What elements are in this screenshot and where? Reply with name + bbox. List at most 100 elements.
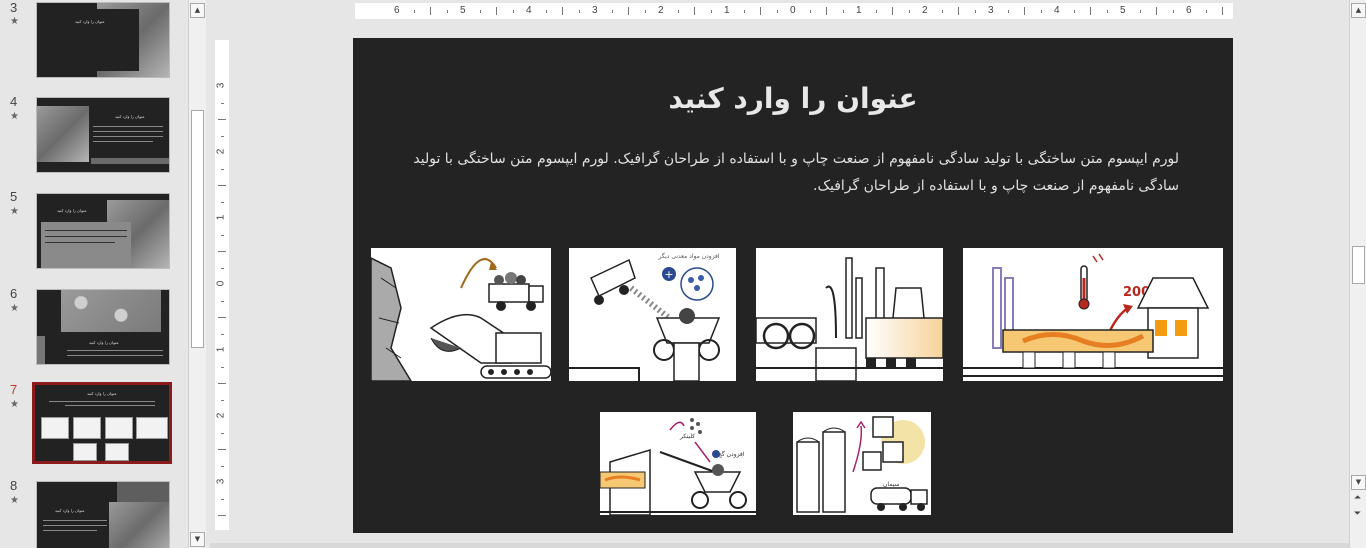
slide-thumbnail-8[interactable]: عنوان را وارد کنید xyxy=(36,481,170,548)
thumb-title: عنوان را وارد کنید xyxy=(75,19,105,24)
ruler-tick xyxy=(776,10,778,13)
ruler-label: 4 xyxy=(526,5,532,16)
ruler-tick xyxy=(1024,7,1025,15)
thumb-number: 5 xyxy=(10,189,18,204)
ruler-tick xyxy=(1106,10,1108,13)
gypsum-label: افزودن گچ xyxy=(718,450,745,458)
ruler-label: 3 xyxy=(988,5,994,16)
ruler-label: 3 xyxy=(215,82,227,89)
animation-star-icon: ★ xyxy=(10,16,19,27)
slide-canvas[interactable]: عنوان را وارد کنید لورم ایپسوم متن ساختگ… xyxy=(353,38,1233,533)
ruler-tick xyxy=(710,10,712,13)
ruler-label: 2 xyxy=(215,148,227,155)
ruler-tick xyxy=(892,7,893,15)
ruler-tick xyxy=(221,432,224,434)
ruler-tick xyxy=(644,10,646,13)
ruler-label: 0 xyxy=(790,5,796,16)
scroll-up-icon[interactable]: ▲ xyxy=(1351,3,1366,18)
ruler-label: 1 xyxy=(724,5,730,16)
slide-thumbnail-4[interactable]: عنوان را وارد کنید xyxy=(36,97,170,173)
slide-thumbnail-7[interactable]: عنوان را وارد کنید xyxy=(32,382,172,464)
ruler-tick xyxy=(694,7,695,15)
ruler-tick xyxy=(1222,7,1223,15)
cement-silo-illustration[interactable]: سیمان xyxy=(793,412,931,515)
thumb-title: عنوان را وارد کنید xyxy=(89,340,119,345)
ruler-tick xyxy=(1090,7,1091,15)
thumb-number: 6 xyxy=(10,286,18,301)
ruler-tick xyxy=(1007,10,1009,13)
slide-thumbnails-pane: 3 ★ عنوان را وارد کنید 4 ★ عنوان را وارد… xyxy=(0,0,188,548)
ruler-tick xyxy=(826,7,827,15)
ruler-tick xyxy=(479,10,481,13)
ruler-tick xyxy=(221,333,224,335)
ruler-tick xyxy=(218,251,226,252)
ruler-tick xyxy=(218,185,226,186)
kiln-illustration[interactable]: 2000°c xyxy=(963,248,1223,381)
ruler-tick xyxy=(218,515,226,516)
ruler-tick xyxy=(842,10,844,13)
svg-text:+: + xyxy=(664,268,673,281)
ruler-tick xyxy=(1139,10,1141,13)
minerals-label: افزودن مواد معدنی دیگر xyxy=(657,252,719,260)
thumb-number: 8 xyxy=(10,478,18,493)
next-slide-icon[interactable]: ⏷ xyxy=(1351,508,1364,521)
animation-star-icon: ★ xyxy=(10,303,19,314)
slide-body-text[interactable]: لورم ایپسوم متن ساختگی با تولید سادگی نا… xyxy=(413,146,1179,200)
ruler-tick xyxy=(496,7,497,15)
ruler-tick xyxy=(1156,7,1157,15)
ruler-tick xyxy=(218,317,226,318)
ruler-label: 2 xyxy=(658,5,664,16)
previous-slide-icon[interactable]: ⏶ xyxy=(1351,492,1364,505)
ruler-tick xyxy=(1205,10,1207,13)
ruler-tick xyxy=(221,300,224,302)
scroll-down-icon[interactable]: ▼ xyxy=(190,532,205,547)
quarry-illustration[interactable] xyxy=(371,248,551,381)
ruler-label: 3 xyxy=(215,478,227,485)
ruler-tick xyxy=(628,7,629,15)
thumb-title: عنوان را وارد کنید xyxy=(87,391,117,396)
thumb-photo xyxy=(61,290,161,332)
animation-star-icon: ★ xyxy=(10,206,19,217)
ruler-tick xyxy=(221,465,224,467)
ruler-tick xyxy=(218,449,226,450)
clinker-label: کلینکر xyxy=(679,433,695,440)
ruler-tick xyxy=(809,10,811,13)
ruler-label: 1 xyxy=(856,5,862,16)
ruler-tick xyxy=(1073,10,1075,13)
ruler-tick xyxy=(545,10,547,13)
ruler-label: 5 xyxy=(460,5,466,16)
clinker-illustration[interactable]: کلینکر افزودن گچ xyxy=(600,412,756,515)
ruler-tick xyxy=(611,10,613,13)
ruler-label: 2 xyxy=(922,5,928,16)
ruler-tick xyxy=(221,399,224,401)
slide-scrollbar[interactable]: ▲ ▼ ⏶ ⏷ xyxy=(1349,0,1366,548)
ruler-tick xyxy=(1040,10,1042,13)
ruler-label: 4 xyxy=(1054,5,1060,16)
ruler-tick xyxy=(743,10,745,13)
thumb-photo xyxy=(37,106,89,162)
scrollbar-thumb[interactable] xyxy=(1352,246,1365,284)
slide-title[interactable]: عنوان را وارد کنید xyxy=(353,82,1233,115)
ruler-tick xyxy=(221,135,224,137)
ruler-tick xyxy=(221,234,224,236)
thumb-number: 3 xyxy=(10,0,18,15)
scroll-up-icon[interactable]: ▲ xyxy=(190,3,205,18)
thumb-title: عنوان را وارد کنید xyxy=(55,508,85,513)
crusher-illustration[interactable]: افزودن مواد معدنی دیگر + xyxy=(569,248,736,381)
slide-thumbnail-3[interactable]: عنوان را وارد کنید xyxy=(36,2,170,78)
thumb-number: 4 xyxy=(10,94,18,109)
ruler-label: 6 xyxy=(394,5,400,16)
thumb-title: عنوان را وارد کنید xyxy=(57,208,87,213)
thumb-photo xyxy=(109,502,169,548)
slide-thumbnail-6[interactable]: عنوان را وارد کنید xyxy=(36,289,170,365)
ruler-tick xyxy=(875,10,877,13)
slide-thumbnail-5[interactable]: عنوان را وارد کنید xyxy=(36,193,170,269)
ruler-tick xyxy=(218,119,226,120)
ruler-tick xyxy=(760,7,761,15)
thumbnails-scrollbar[interactable]: ▲ ▼ xyxy=(188,0,206,548)
scrollbar-thumb[interactable] xyxy=(191,110,204,348)
scroll-down-icon[interactable]: ▼ xyxy=(1351,475,1366,490)
factory-illustration[interactable] xyxy=(756,248,943,381)
ruler-tick xyxy=(974,10,976,13)
ruler-tick xyxy=(512,10,514,13)
